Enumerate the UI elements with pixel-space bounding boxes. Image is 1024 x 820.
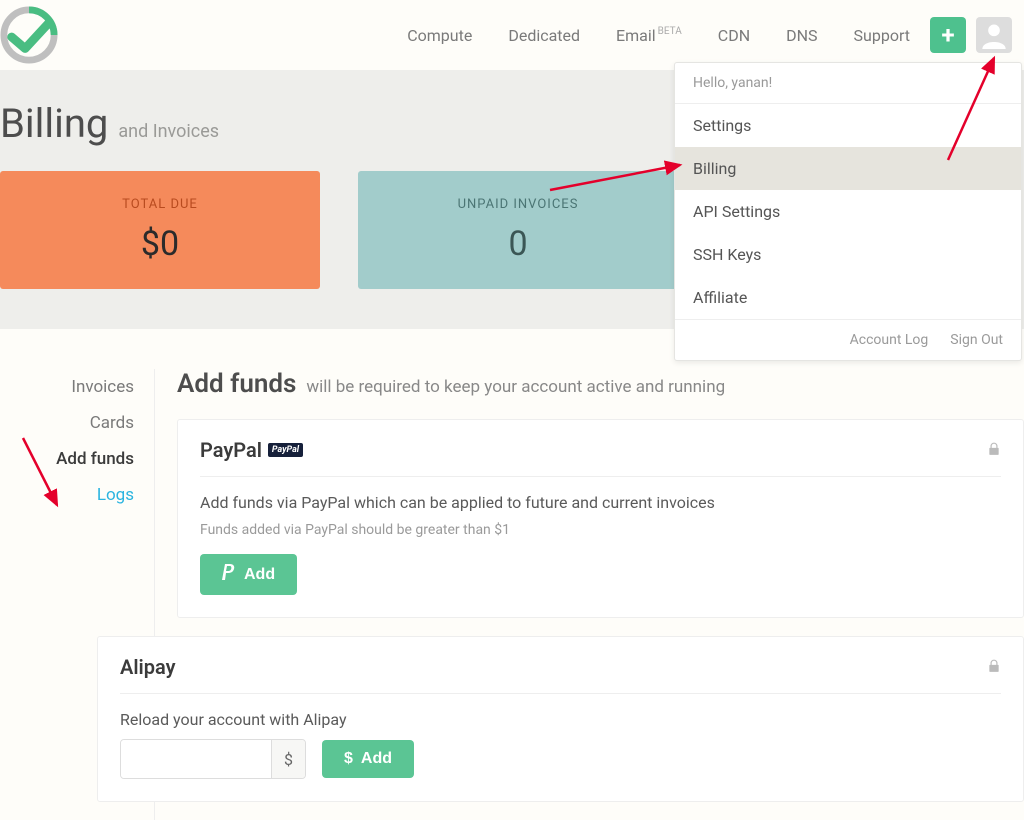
alipay-title: Alipay: [120, 655, 176, 679]
alipay-desc: Reload your account with Alipay: [120, 710, 1001, 729]
stat-total-due[interactable]: TOTAL DUE $0: [0, 171, 320, 289]
content: Invoices Cards Add funds Logs Add funds …: [0, 329, 1024, 820]
dropdown-api-settings[interactable]: API Settings: [675, 190, 1021, 233]
lock-icon: [987, 658, 1001, 677]
main-title: Add funds will be required to keep your …: [177, 369, 1024, 399]
sidebar-item-invoices[interactable]: Invoices: [0, 369, 134, 405]
paypal-add-button[interactable]: Add: [200, 554, 297, 595]
dropdown-account-log[interactable]: Account Log: [850, 332, 929, 348]
paypal-card: PayPal PayPal Add funds via PayPal which…: [177, 419, 1024, 618]
paypal-desc: Add funds via PayPal which can be applie…: [200, 493, 1001, 512]
stat-value: $0: [141, 224, 179, 264]
top-nav: Compute Dedicated EmailBETA CDN DNS Supp…: [0, 0, 1024, 70]
nav-dns[interactable]: DNS: [786, 26, 817, 45]
dropdown-ssh-keys[interactable]: SSH Keys: [675, 233, 1021, 276]
sidebar-item-cards[interactable]: Cards: [0, 405, 134, 441]
stat-value: 0: [508, 224, 527, 264]
main-panel: Add funds will be required to keep your …: [155, 369, 1024, 820]
stat-label: UNPAID INVOICES: [458, 197, 579, 212]
paypal-p-icon: [222, 564, 236, 585]
nav-dedicated[interactable]: Dedicated: [508, 26, 580, 45]
paypal-badge-icon: PayPal: [268, 443, 303, 457]
user-dropdown: Hello, yanan! Settings Billing API Setti…: [674, 62, 1022, 361]
sidebar-item-logs[interactable]: Logs: [0, 477, 134, 513]
paypal-note: Funds added via PayPal should be greater…: [200, 522, 1001, 538]
nav-links: Compute Dedicated EmailBETA CDN DNS Supp…: [407, 26, 910, 45]
dropdown-footer: Account Log Sign Out: [675, 319, 1021, 360]
dropdown-affiliate[interactable]: Affiliate: [675, 276, 1021, 319]
dropdown-greeting: Hello, yanan!: [675, 63, 1021, 104]
alipay-add-button[interactable]: $ Add: [322, 740, 414, 778]
logo[interactable]: [0, 6, 58, 64]
dropdown-billing[interactable]: Billing: [675, 147, 1021, 190]
paypal-title: PayPal PayPal: [200, 438, 303, 462]
nav-cdn[interactable]: CDN: [718, 26, 750, 45]
avatar[interactable]: [976, 17, 1012, 53]
dropdown-sign-out[interactable]: Sign Out: [950, 332, 1003, 348]
nav-compute[interactable]: Compute: [407, 26, 472, 45]
lock-icon: [987, 441, 1001, 460]
add-button[interactable]: +: [930, 17, 966, 53]
dropdown-settings[interactable]: Settings: [675, 104, 1021, 147]
stat-unpaid-invoices[interactable]: UNPAID INVOICES 0: [358, 171, 678, 289]
nav-email[interactable]: EmailBETA: [616, 26, 682, 45]
stat-label: TOTAL DUE: [122, 197, 198, 212]
nav-support[interactable]: Support: [854, 26, 910, 45]
sidebar-item-add-funds[interactable]: Add funds: [0, 441, 134, 477]
currency-label: $: [271, 740, 305, 778]
alipay-amount-input-group: $: [120, 739, 306, 779]
alipay-amount-input[interactable]: [121, 740, 271, 778]
alipay-card: Alipay Reload your account with Alipay $…: [97, 636, 1024, 802]
dollar-icon: $: [344, 750, 353, 768]
